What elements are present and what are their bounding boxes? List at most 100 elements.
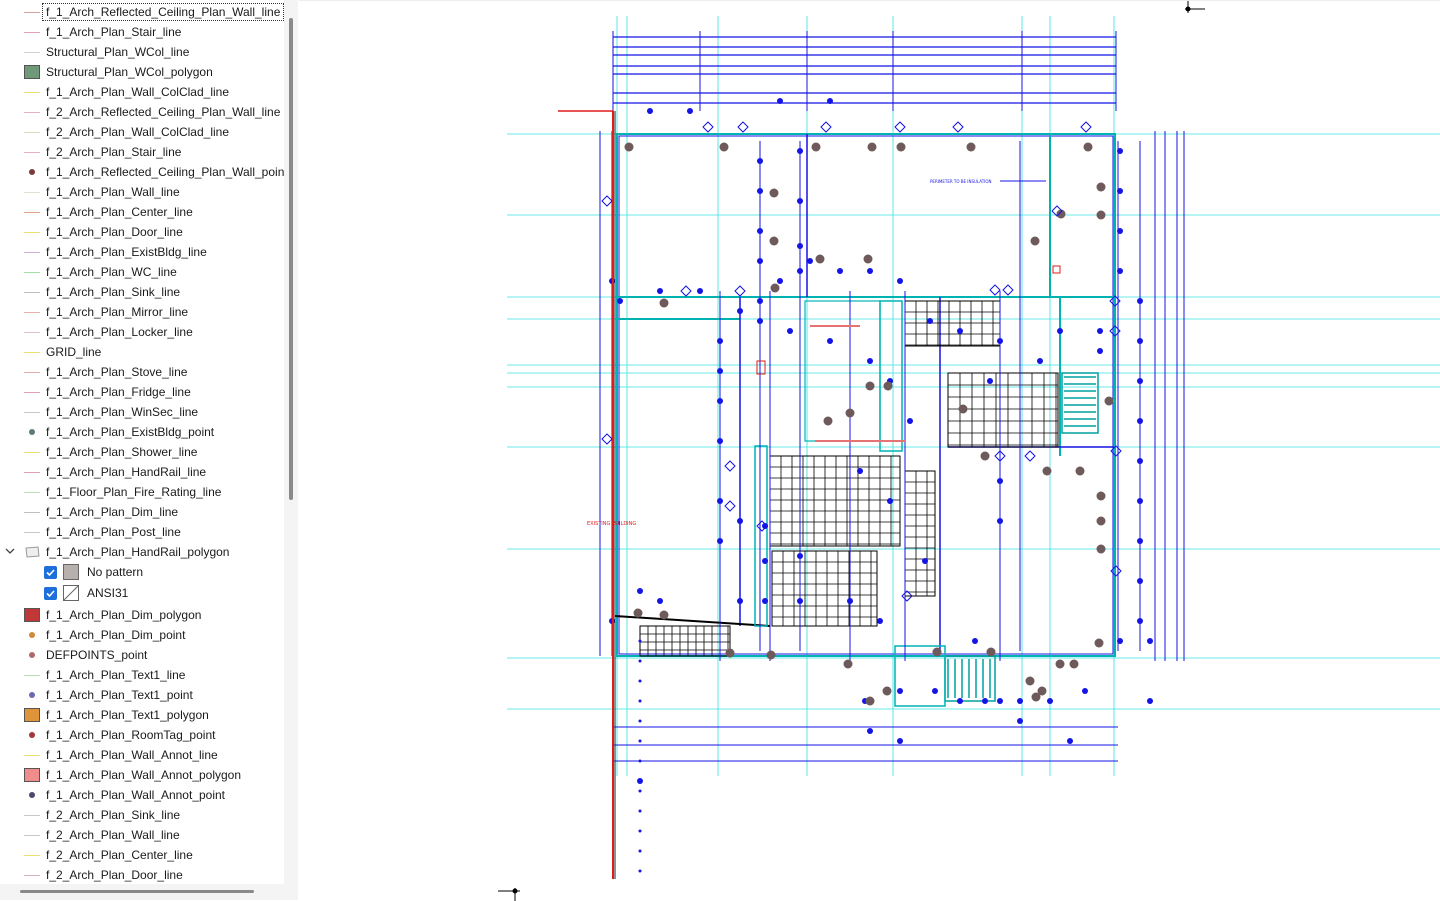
wall-node [1137, 418, 1143, 424]
wall-node [1097, 348, 1103, 354]
layer-row[interactable]: f_1_Arch_Plan_ExistBldg_line [0, 242, 284, 262]
line-symbol-icon [24, 674, 40, 676]
vertical-scrollbar[interactable] [284, 0, 298, 884]
annotation-box [1052, 265, 1061, 274]
chevron-down-icon[interactable] [5, 546, 15, 556]
layer-row[interactable]: f_1_Arch_Plan_Dim_polygon [0, 605, 284, 625]
annotation-point [638, 869, 642, 873]
layer-row[interactable]: f_1_Arch_Plan_Wall_Annot_polygon [0, 765, 284, 785]
line-symbol-icon [24, 371, 40, 373]
wall-node [877, 618, 883, 624]
annotation-point [638, 809, 642, 813]
layer-row[interactable]: f_1_Arch_Plan_Locker_line [0, 322, 284, 342]
polygon-symbol-icon [24, 708, 40, 722]
wall-node [797, 268, 803, 274]
wall-node [1117, 188, 1123, 194]
polygon-symbol-icon [24, 768, 40, 782]
layer-row[interactable]: f_2_Arch_Reflected_Ceiling_Plan_Wall_lin… [0, 102, 284, 122]
layer-row[interactable]: f_1_Arch_Plan_Sink_line [0, 282, 284, 302]
layer-row[interactable]: f_1_Arch_Plan_Wall_Annot_line [0, 745, 284, 765]
layer-label: f_2_Arch_Reflected_Ceiling_Plan_Wall_lin… [46, 105, 281, 119]
layer-row[interactable]: DEFPOINTS_point [0, 645, 284, 665]
wall-node [997, 338, 1003, 344]
horizontal-scroll-thumb[interactable] [20, 890, 254, 893]
layer-row[interactable]: f_1_Arch_Plan_Post_line [0, 522, 284, 542]
legend-class-row[interactable]: ANSI31 [0, 583, 284, 603]
north-marker-node [1185, 6, 1191, 12]
room-tag [737, 121, 749, 133]
layer-row[interactable]: f_1_Arch_Plan_WC_line [0, 262, 284, 282]
room-tag [989, 284, 1001, 296]
layer-row[interactable]: f_2_Arch_Plan_Wall_line [0, 825, 284, 845]
column-marker [770, 283, 780, 293]
vertical-scroll-thumb[interactable] [289, 18, 293, 500]
horizontal-scrollbar[interactable] [0, 884, 298, 900]
layer-row[interactable]: f_1_Arch_Plan_ExistBldg_point [0, 422, 284, 442]
column-marker [725, 648, 735, 658]
layer-row[interactable]: f_1_Arch_Plan_HandRail_line [0, 462, 284, 482]
layer-row[interactable]: f_1_Arch_Plan_Stair_line [0, 22, 284, 42]
layer-row[interactable]: f_1_Arch_Reflected_Ceiling_Plan_Wall_lin… [0, 2, 284, 22]
layer-row[interactable]: f_1_Arch_Plan_Shower_line [0, 442, 284, 462]
wall-node [637, 588, 643, 594]
layer-row[interactable]: f_1_Arch_Plan_Dim_point [0, 625, 284, 645]
layer-row[interactable]: f_1_Arch_Plan_Stove_line [0, 362, 284, 382]
layer-row[interactable]: f_1_Arch_Reflected_Ceiling_Plan_Wall_poi… [0, 162, 284, 182]
layer-label: f_1_Arch_Plan_Door_line [46, 225, 183, 239]
layer-row[interactable]: f_1_Arch_Plan_Mirror_line [0, 302, 284, 322]
room-tag [1002, 284, 1014, 296]
column-marker [845, 408, 855, 418]
layer-row[interactable]: f_1_Arch_Plan_RoomTag_point [0, 725, 284, 745]
scale-marker-node [512, 888, 518, 894]
line-symbol-icon [24, 814, 40, 816]
layer-row[interactable]: f_1_Arch_Plan_HandRail_polygon [0, 542, 284, 562]
layer-row[interactable]: f_1_Arch_Plan_Wall_line [0, 182, 284, 202]
layer-visibility-checkbox[interactable] [44, 565, 57, 579]
wall-node [867, 358, 873, 364]
layer-row[interactable]: f_1_Arch_Plan_Wall_ColClad_line [0, 82, 284, 102]
line-symbol-icon [24, 11, 40, 13]
layer-row[interactable]: f_2_Arch_Plan_Stair_line [0, 142, 284, 162]
legend-class-row[interactable]: No pattern [0, 562, 284, 582]
line-symbol-icon [24, 391, 40, 393]
wall-node [1057, 328, 1063, 334]
wall-node [717, 438, 723, 444]
wall-node [1117, 228, 1123, 234]
layer-label: f_2_Arch_Plan_Center_line [46, 848, 193, 862]
map-canvas[interactable]: EXISTING BUILDING PERIMETER TO BE INSULAT… [299, 0, 1440, 901]
point-symbol-icon [24, 787, 40, 803]
layer-row[interactable]: Structural_Plan_WCol_polygon [0, 62, 284, 82]
line-symbol-icon [24, 531, 40, 533]
layer-row[interactable]: f_1_Arch_Plan_WinSec_line [0, 402, 284, 422]
layer-visibility-checkbox[interactable] [44, 586, 57, 600]
wall-node [757, 158, 763, 164]
layer-row[interactable]: f_1_Arch_Plan_Text1_polygon [0, 705, 284, 725]
layer-row[interactable]: f_1_Arch_Plan_Dim_line [0, 502, 284, 522]
layer-row[interactable]: f_1_Arch_Plan_Text1_line [0, 665, 284, 685]
floor-plan-drawing[interactable]: EXISTING BUILDING PERIMETER TO BE INSULAT… [299, 1, 1440, 901]
wall-node [1137, 578, 1143, 584]
wall-node [927, 318, 933, 324]
layer-row[interactable]: f_1_Arch_Plan_Fridge_line [0, 382, 284, 402]
layer-row[interactable]: f_2_Arch_Plan_Center_line [0, 845, 284, 865]
room-tag [702, 121, 714, 133]
layer-row[interactable]: f_2_Arch_Plan_Sink_line [0, 805, 284, 825]
layer-row[interactable]: f_1_Arch_Plan_Door_line [0, 222, 284, 242]
column-marker [1030, 236, 1040, 246]
wall-node [657, 288, 663, 294]
wall-node [897, 738, 903, 744]
layer-row[interactable]: f_2_Arch_Plan_Door_line [0, 865, 284, 884]
annotation-point [638, 829, 642, 833]
layer-row[interactable]: f_1_Arch_Plan_Wall_Annot_point [0, 785, 284, 805]
layer-label: f_1_Arch_Plan_HandRail_polygon [46, 545, 230, 559]
wall-node [997, 518, 1003, 524]
layer-row[interactable]: f_1_Arch_Plan_Text1_point [0, 685, 284, 705]
layer-row[interactable]: Structural_Plan_WCol_line [0, 42, 284, 62]
line-symbol-icon [24, 151, 40, 153]
layer-row[interactable]: f_1_Floor_Plan_Fire_Rating_line [0, 482, 284, 502]
polygon-symbol-icon [24, 65, 40, 79]
layer-row[interactable]: f_2_Arch_Plan_Wall_ColClad_line [0, 122, 284, 142]
annotation-point [638, 679, 642, 683]
layer-row[interactable]: GRID_line [0, 342, 284, 362]
layer-row[interactable]: f_1_Arch_Plan_Center_line [0, 202, 284, 222]
